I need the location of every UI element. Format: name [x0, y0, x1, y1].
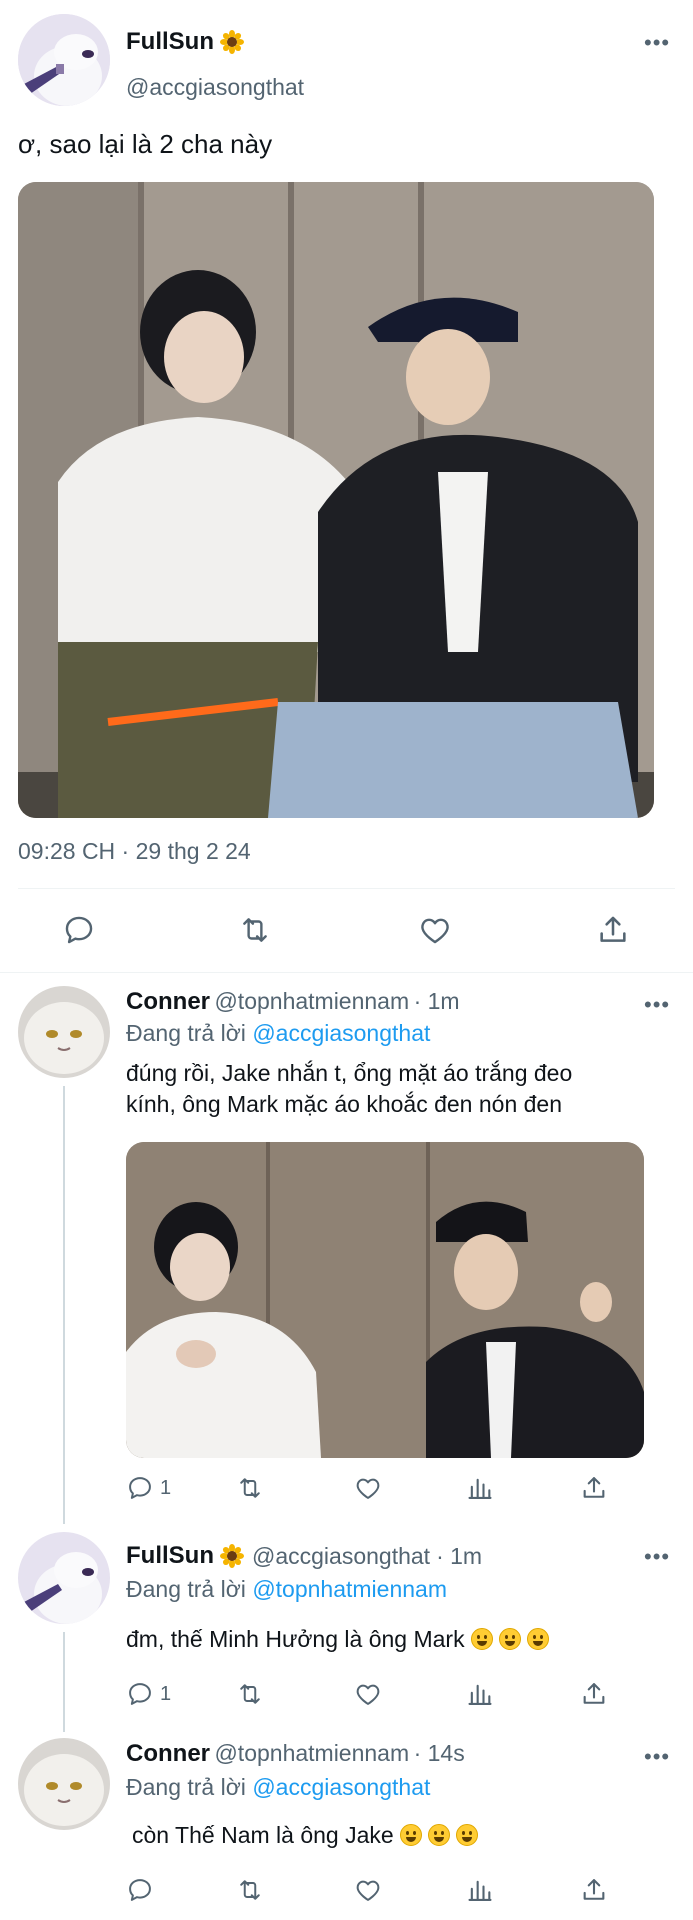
more-dots-icon[interactable]: •••	[644, 1546, 670, 1568]
retweet-icon	[238, 913, 272, 947]
heart-icon	[418, 913, 452, 947]
bar-chart-icon	[466, 1876, 494, 1904]
action-bar	[0, 905, 693, 955]
views-button[interactable]	[466, 1680, 494, 1708]
reply-button[interactable]	[126, 1876, 154, 1904]
reply-photo[interactable]	[126, 1142, 644, 1458]
replying-to-link[interactable]: @topnhatmiennam	[252, 1576, 447, 1602]
sunflower-icon	[220, 30, 244, 54]
replying-to: Đang trả lời @accgiasongthat	[126, 1774, 431, 1800]
user-handle[interactable]: @topnhatmiennam	[214, 1740, 409, 1766]
replying-to: Đang trả lời @topnhatmiennam	[126, 1576, 447, 1602]
reply-button[interactable]: 1	[126, 1680, 171, 1708]
user-handle[interactable]: @topnhatmiennam	[214, 988, 409, 1014]
reply-text: còn Thế Nam là ông Jake	[132, 1820, 478, 1851]
reply-text: đm, thế Minh Hưởng là ông Mark	[126, 1624, 549, 1655]
share-button[interactable]	[580, 1876, 608, 1904]
like-button[interactable]	[354, 1474, 382, 1502]
views-button[interactable]	[466, 1474, 494, 1502]
heart-icon	[354, 1680, 382, 1708]
retweet-button[interactable]	[236, 1474, 264, 1502]
like-button[interactable]	[354, 1680, 382, 1708]
avatar[interactable]	[18, 1738, 110, 1830]
retweet-button[interactable]	[236, 1876, 264, 1904]
like-button[interactable]	[418, 913, 452, 947]
more-dots-icon[interactable]: •••	[644, 1746, 670, 1768]
action-bar: 1	[126, 1680, 646, 1716]
share-button[interactable]	[596, 913, 630, 947]
views-button[interactable]	[466, 1876, 494, 1904]
reply-bubble-icon	[126, 1474, 154, 1502]
post-time[interactable]: · 1m	[414, 988, 460, 1014]
retweet-icon	[236, 1474, 264, 1502]
grinning-emoji	[498, 1628, 521, 1650]
timestamp[interactable]: 09:28 CH · 29 thg 2 24	[18, 838, 251, 865]
display-name[interactable]: FullSun	[126, 1542, 214, 1570]
retweet-icon	[236, 1680, 264, 1708]
bar-chart-icon	[466, 1474, 494, 1502]
grinning-emoji	[455, 1824, 478, 1846]
reply-bubble-icon	[62, 913, 96, 947]
retweet-button[interactable]	[236, 1680, 264, 1708]
avatar[interactable]	[18, 986, 110, 1078]
grinning-emoji	[526, 1628, 549, 1650]
replying-to-link[interactable]: @accgiasongthat	[252, 1774, 430, 1800]
grinning-emoji	[399, 1824, 422, 1846]
heart-icon	[354, 1876, 382, 1904]
replying-to-link[interactable]: @accgiasongthat	[252, 1020, 430, 1046]
action-bar	[126, 1876, 646, 1912]
reply-bubble-icon	[126, 1680, 154, 1708]
user-handle[interactable]: @accgiasongthat	[252, 1543, 430, 1570]
share-upload-icon	[580, 1680, 608, 1708]
post-time[interactable]: · 1m	[436, 1543, 482, 1570]
more-dots-icon[interactable]: •••	[644, 32, 670, 54]
reply-count: 1	[160, 1476, 172, 1499]
reply-bubble-icon	[126, 1876, 154, 1904]
tweet-photo[interactable]	[18, 182, 654, 818]
share-upload-icon	[580, 1876, 608, 1904]
action-bar: 1	[126, 1474, 646, 1510]
share-upload-icon	[580, 1474, 608, 1502]
grinning-emoji	[427, 1824, 450, 1846]
tweet-text: ơ, sao lại là 2 cha này	[18, 129, 273, 159]
post-time[interactable]: · 14s	[414, 1740, 465, 1766]
retweet-icon	[236, 1876, 264, 1904]
avatar[interactable]	[18, 14, 110, 106]
like-button[interactable]	[354, 1876, 382, 1904]
share-button[interactable]	[580, 1474, 608, 1502]
share-button[interactable]	[580, 1680, 608, 1708]
avatar[interactable]	[18, 1532, 110, 1624]
user-handle[interactable]: @accgiasongthat	[126, 74, 304, 101]
grinning-emoji	[470, 1628, 493, 1650]
display-name[interactable]: FullSun	[126, 28, 214, 56]
display-name[interactable]: Conner	[126, 1740, 210, 1767]
more-dots-icon[interactable]: •••	[644, 994, 670, 1016]
reply-button[interactable]: 1	[126, 1474, 171, 1502]
reply-text: đúng rồi, Jake nhắn t, ổng mặt áo trắng …	[126, 1060, 573, 1117]
share-upload-icon	[596, 913, 630, 947]
display-name[interactable]: Conner	[126, 988, 210, 1015]
reply-button[interactable]	[62, 913, 96, 947]
bar-chart-icon	[466, 1680, 494, 1708]
replying-to: Đang trả lời @accgiasongthat	[126, 1020, 431, 1046]
sunflower-icon	[220, 1544, 244, 1568]
heart-icon	[354, 1474, 382, 1502]
reply-count: 1	[160, 1682, 172, 1705]
retweet-button[interactable]	[238, 913, 272, 947]
